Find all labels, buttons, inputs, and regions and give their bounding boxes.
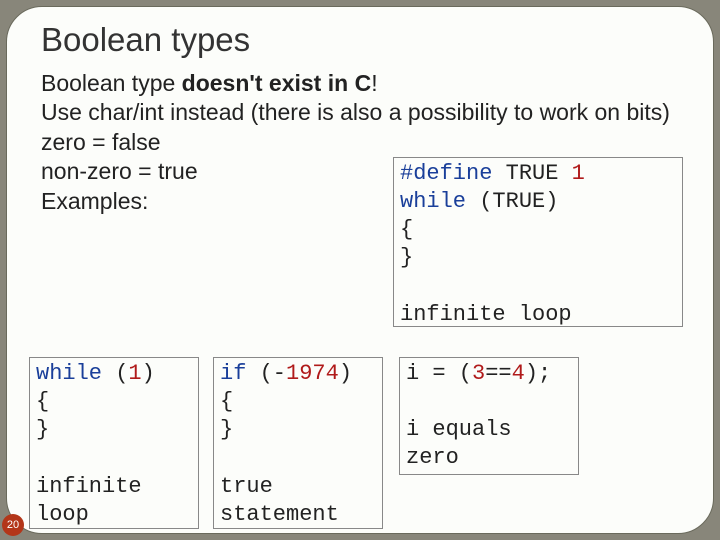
code-number: 1974 [286, 361, 339, 386]
code-number: 3 [472, 361, 485, 386]
code-keyword: while [400, 189, 466, 214]
code-text: ); [525, 361, 551, 386]
code-line: } [36, 416, 192, 444]
code-line: #define TRUE 1 [400, 160, 676, 188]
code-number: 4 [512, 361, 525, 386]
code-caption: infinite loop [400, 301, 676, 329]
code-keyword: if [220, 361, 246, 386]
slide-frame: Boolean types Boolean type doesn't exist… [6, 6, 714, 534]
code-text: ( [102, 361, 128, 386]
body-text: Boolean type [41, 70, 182, 96]
code-blank [406, 388, 572, 416]
code-keyword: #define [400, 161, 492, 186]
code-caption: infinite [36, 473, 192, 501]
code-blank [400, 273, 676, 301]
body-bold: doesn't exist in C [182, 70, 372, 96]
code-text: (TRUE) [466, 189, 558, 214]
body-line-2: Use char/int instead (there is also a po… [41, 98, 693, 127]
code-box-define: #define TRUE 1 while (TRUE) { } infinite… [393, 157, 683, 327]
code-box-equals: i = (3==4); i equals zero [399, 357, 579, 475]
code-line: i = (3==4); [406, 360, 572, 388]
code-line: while (1) [36, 360, 192, 388]
code-line: { [220, 388, 376, 416]
code-text: ) [339, 361, 352, 386]
page-number-badge: 20 [2, 514, 24, 536]
code-blank [220, 444, 376, 472]
code-line: while (TRUE) [400, 188, 676, 216]
code-caption: i equals [406, 416, 572, 444]
code-keyword: while [36, 361, 102, 386]
code-text: == [485, 361, 511, 386]
code-caption: statement [220, 501, 376, 529]
code-box-if: if (-1974) { } true statement [213, 357, 383, 529]
body-text: ! [371, 70, 377, 96]
code-text: ) [142, 361, 155, 386]
code-text: TRUE [492, 161, 571, 186]
code-blank [36, 444, 192, 472]
code-caption: loop [36, 501, 192, 529]
code-number: 1 [128, 361, 141, 386]
code-caption: true [220, 473, 376, 501]
code-line: } [220, 416, 376, 444]
code-number: 1 [572, 161, 585, 186]
code-line: { [36, 388, 192, 416]
code-caption: zero [406, 444, 572, 472]
code-text: (- [246, 361, 286, 386]
body-line-3: zero = false [41, 128, 693, 157]
code-line: } [400, 244, 676, 272]
code-line: if (-1974) [220, 360, 376, 388]
code-box-while: while (1) { } infinite loop [29, 357, 199, 529]
slide-title: Boolean types [41, 21, 250, 59]
body-line-1: Boolean type doesn't exist in C! [41, 69, 693, 98]
code-text: i = ( [406, 361, 472, 386]
code-line: { [400, 216, 676, 244]
